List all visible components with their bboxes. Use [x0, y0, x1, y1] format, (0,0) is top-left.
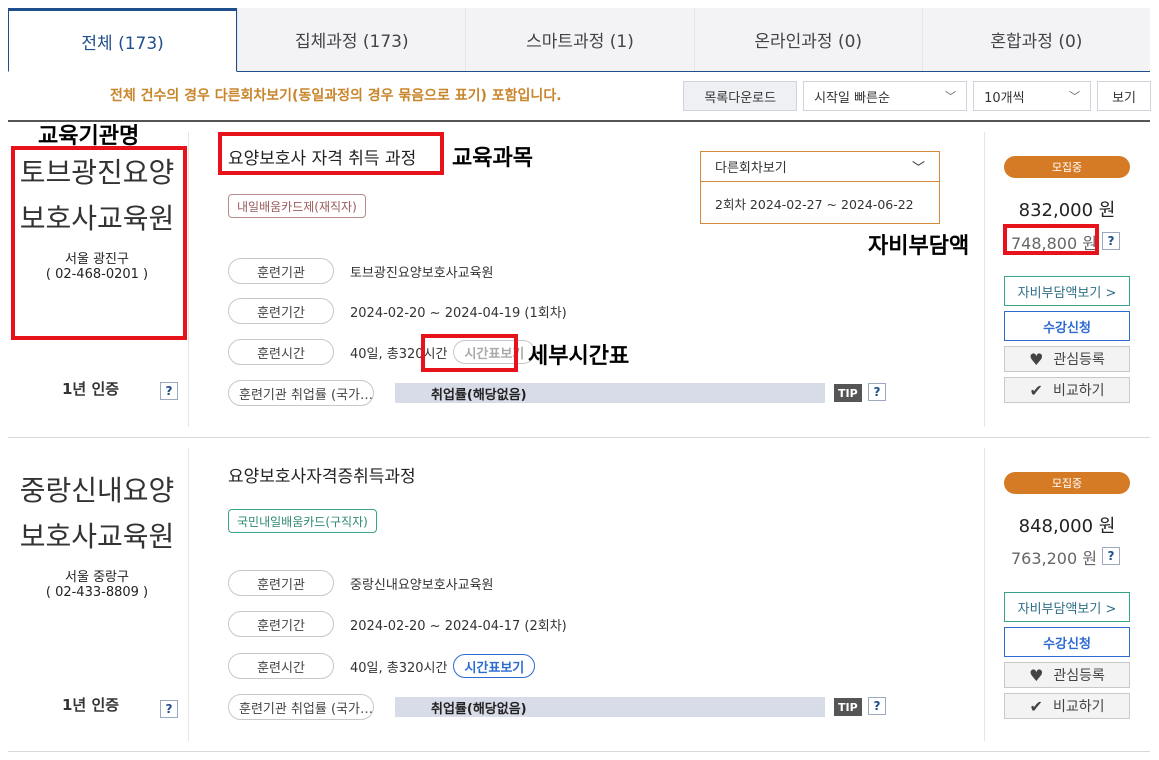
tab-group[interactable]: 집체과정 (173) [237, 8, 466, 71]
course-price: 832,000 원 [1018, 200, 1116, 221]
divider [984, 448, 985, 741]
favorite-label: 관심등록 [1053, 352, 1105, 368]
period-row: 훈련기간 2024-02-20 ~ 2024-04-19 (1회차) [228, 298, 567, 324]
status-badge: 모집중 [1004, 156, 1130, 178]
compare-button[interactable]: ✔ 비교하기 [1004, 377, 1130, 403]
institution-phone: ( 02-433-8809 ) [45, 585, 149, 600]
certification-label: 1년 인증 [62, 696, 120, 714]
compare-label: 비교하기 [1052, 699, 1105, 715]
favorite-label: 관심등록 [1053, 668, 1105, 684]
course-item: 중랑신내요양보호사교육원 서울 중랑구 ( 02-433-8809 ) 1년 인… [8, 438, 1150, 752]
sort-select[interactable]: 시작일 빠른순 ﹀ [803, 81, 968, 111]
org-row: 훈련기관 토브광진요양보호사교육원 [228, 258, 494, 284]
tab-smart[interactable]: 스마트과정 (1) [465, 8, 694, 71]
period-label: 훈련기간 [228, 611, 334, 637]
chevron-down-icon: ﹀ [945, 90, 957, 103]
apply-button[interactable]: 수강신청 [1004, 311, 1130, 341]
funding-tag: 국민내일배움카드(구직자) [228, 509, 377, 533]
course-content: 요양보호사자격증취득과정 국민내일배움카드(구직자) 훈련기관 중랑신내요양보호… [228, 438, 988, 751]
favorite-button[interactable]: ♥ 관심등록 [1004, 662, 1130, 688]
org-value: 중랑신내요양보호사교육원 [350, 577, 494, 593]
chevron-down-icon: ﹀ [911, 161, 925, 176]
check-icon: ✔ [1029, 380, 1043, 400]
sort-select-value: 시작일 빠른순 [814, 90, 890, 106]
employment-help-button[interactable]: ? [868, 383, 886, 401]
self-pay-help-button[interactable]: ? [1102, 547, 1120, 565]
other-sessions-dropdown[interactable]: 다른회차보기 ﹀ 2회차 2024-02-27 ~ 2024-06-22 [700, 151, 940, 224]
page-size-value: 10개씩 [984, 90, 1025, 106]
self-pay-view-button[interactable]: 자비부담액보기 > [1004, 592, 1130, 622]
employment-label[interactable]: 훈련기관 취업률 (국가… [228, 694, 374, 720]
org-label: 훈련기관 [228, 258, 334, 284]
employment-row: 훈련기관 취업률 (국가… [228, 380, 374, 406]
hours-label: 훈련시간 [228, 653, 334, 679]
self-pay-help-button[interactable]: ? [1102, 232, 1120, 250]
status-badge: 모집중 [1004, 472, 1130, 494]
chevron-down-icon: ﹀ [1069, 90, 1081, 103]
org-value: 토브광진요양보호사교육원 [350, 265, 494, 281]
annotation-institution-name: 교육기관명 [38, 124, 140, 149]
annotation-box-course-title [218, 132, 444, 175]
institution-location: 서울 중랑구 [65, 570, 129, 585]
certification-label: 1년 인증 [62, 380, 120, 398]
price-panel: 모집중 832,000 원 748,800 원 ? 자비부담액보기 > 수강신청… [1004, 122, 1130, 437]
page-size-select[interactable]: 10개씩 ﹀ [973, 81, 1092, 111]
tip-badge[interactable]: TIP [834, 384, 862, 402]
certification-help-button[interactable]: ? [160, 700, 178, 718]
divider [188, 448, 189, 741]
org-label: 훈련기관 [228, 570, 334, 596]
employment-label[interactable]: 훈련기관 취업률 (국가… [228, 380, 374, 406]
other-sessions-header[interactable]: 다른회차보기 ﹀ [701, 152, 939, 182]
employment-rate-bar: 취업률(해당없음) [395, 383, 825, 403]
annotation-self-pay-amount: 자비부담액 [868, 234, 970, 259]
hours-label: 훈련시간 [228, 339, 334, 365]
apply-button[interactable]: 수강신청 [1004, 627, 1130, 657]
period-row: 훈련기간 2024-02-20 ~ 2024-04-17 (2회차) [228, 611, 567, 637]
favorite-button[interactable]: ♥ 관심등록 [1004, 346, 1130, 372]
view-button[interactable]: 보기 [1097, 81, 1151, 111]
other-sessions-label: 다른회차보기 [715, 161, 787, 176]
course-type-tabs: 전체 (173) 집체과정 (173) 스마트과정 (1) 온라인과정 (0) … [8, 8, 1151, 72]
employment-rate-bar: 취업률(해당없음) [395, 697, 825, 717]
institution-name[interactable]: 중랑신내요양보호사교육원 [8, 468, 186, 560]
self-pay-price: 763,200 원 [1011, 549, 1097, 568]
self-pay-view-button[interactable]: 자비부담액보기 > [1004, 276, 1130, 306]
hours-row: 훈련시간 40일, 총320시간 시간표보기 [228, 653, 536, 679]
timetable-button[interactable]: 시간표보기 [453, 654, 536, 678]
org-row: 훈련기관 중랑신내요양보호사교육원 [228, 570, 494, 596]
annotation-course-subject: 교육과목 [452, 146, 533, 171]
tip-badge[interactable]: TIP [834, 698, 862, 716]
course-title[interactable]: 요양보호사자격증취득과정 [228, 462, 416, 487]
list-toolbar: 목록다운로드 시작일 빠른순 ﹀ 10개씩 ﹀ 보기 [683, 81, 1151, 111]
tab-blended[interactable]: 혼합과정 (0) [921, 8, 1151, 71]
heart-icon: ♥ [1029, 665, 1044, 685]
price-panel: 모집중 848,000 원 763,200 원 ? 자비부담액보기 > 수강신청… [1004, 438, 1130, 751]
certification-help-button[interactable]: ? [160, 382, 178, 400]
annotation-box-timetable [421, 334, 518, 372]
annotation-box-institution [11, 146, 187, 340]
period-value: 2024-02-20 ~ 2024-04-17 (2회차) [350, 618, 567, 634]
download-list-button[interactable]: 목록다운로드 [683, 81, 798, 111]
hours-value: 40일, 총320시간 [350, 660, 448, 676]
course-price: 848,000 원 [1018, 516, 1116, 537]
compare-button[interactable]: ✔ 비교하기 [1004, 693, 1130, 719]
funding-tag: 내일배움카드제(재직자) [228, 194, 366, 218]
annotation-box-self-pay [1003, 224, 1099, 255]
employment-row: 훈련기관 취업률 (국가… [228, 694, 374, 720]
tab-online[interactable]: 온라인과정 (0) [693, 8, 922, 71]
annotation-detailed-timetable: 세부시간표 [528, 344, 630, 369]
divider [188, 132, 189, 427]
check-icon: ✔ [1029, 696, 1043, 716]
employment-help-button[interactable]: ? [868, 697, 886, 715]
period-label: 훈련기간 [228, 298, 334, 324]
heart-icon: ♥ [1029, 349, 1044, 369]
other-session-option[interactable]: 2회차 2024-02-27 ~ 2024-06-22 [701, 182, 939, 225]
divider [984, 132, 985, 427]
period-value: 2024-02-20 ~ 2024-04-19 (1회차) [350, 305, 567, 321]
list-notice: 전체 건수의 경우 다른회차보기(동일과정의 경우 묶음으로 표기) 포함입니다… [110, 88, 562, 104]
tab-all[interactable]: 전체 (173) [8, 8, 238, 72]
compare-label: 비교하기 [1052, 383, 1105, 399]
